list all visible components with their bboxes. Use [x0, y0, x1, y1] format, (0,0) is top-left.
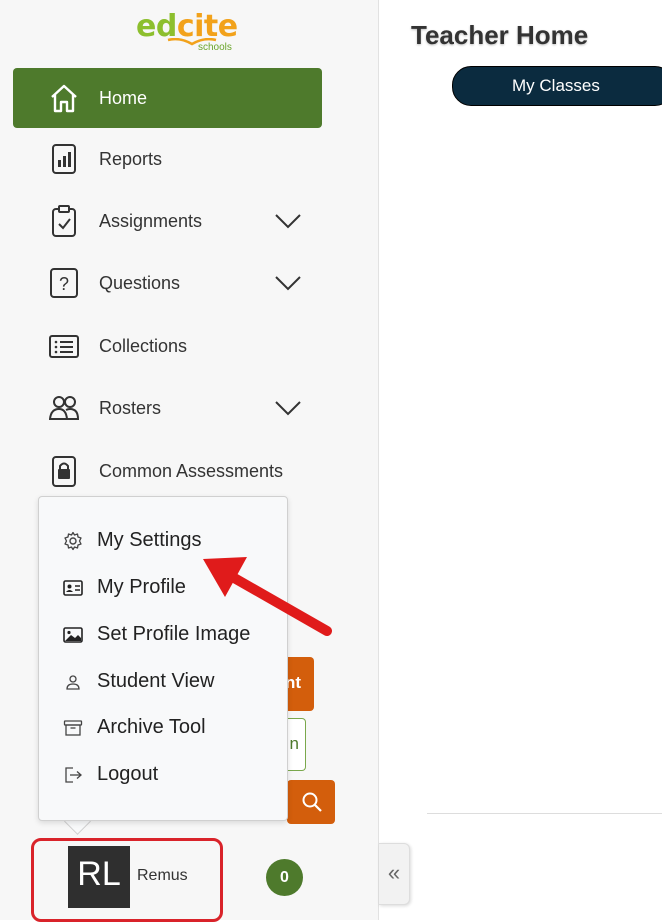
- reports-icon: [52, 144, 76, 174]
- user-menu: My Settings My Profile Set Profile Image…: [38, 496, 288, 821]
- logout-icon: [65, 767, 82, 783]
- menu-item-student-view[interactable]: Student View: [39, 662, 287, 702]
- menu-item-label: Archive Tool: [97, 716, 206, 738]
- divider: [427, 813, 662, 814]
- lock-icon: [52, 456, 76, 487]
- sidebar-item-label: Collections: [99, 336, 188, 356]
- person-icon: [66, 675, 80, 690]
- notification-badge[interactable]: 0: [266, 859, 303, 896]
- collapse-sidebar-button[interactable]: «: [379, 843, 410, 905]
- edcite-logo[interactable]: edcite schools: [136, 10, 246, 54]
- menu-item-logout[interactable]: Logout: [39, 755, 287, 795]
- logo-subtitle: schools: [198, 42, 232, 53]
- archive-icon: [63, 720, 83, 736]
- menu-item-archive-tool[interactable]: Archive Tool: [39, 708, 287, 748]
- list-icon: [49, 335, 79, 358]
- annotation-arrow-icon: [203, 557, 332, 636]
- menu-item-label: Student View: [97, 670, 215, 692]
- sidebar-item-assignments[interactable]: Assignments: [13, 191, 322, 251]
- chevron-down-icon[interactable]: [275, 271, 301, 295]
- sidebar-item-collections[interactable]: Collections: [13, 316, 322, 376]
- sidebar-item-home[interactable]: Home: [13, 68, 322, 128]
- menu-item-label: My Settings: [97, 529, 202, 551]
- home-icon: [51, 84, 77, 113]
- user-name[interactable]: Remus: [137, 867, 188, 885]
- clipboard-check-icon: [52, 205, 76, 237]
- gear-icon: [64, 531, 82, 551]
- sidebar-item-label: Reports: [99, 149, 163, 169]
- menu-item-label: Logout: [97, 763, 159, 785]
- page-title: Teacher Home: [411, 20, 589, 50]
- sidebar-item-reports[interactable]: Reports: [13, 129, 322, 189]
- sidebar-item-label: Questions: [99, 273, 181, 293]
- chevron-down-icon[interactable]: [275, 209, 301, 233]
- sidebar-item-label: Assignments: [99, 211, 203, 231]
- search-icon: [302, 792, 322, 812]
- tab-my-classes[interactable]: My Classes: [452, 66, 662, 106]
- sidebar-item-questions[interactable]: ? Questions: [13, 253, 322, 313]
- sidebar: edcite schools Home Reports Assignments: [0, 0, 379, 922]
- sidebar-item-common-assessments[interactable]: Common Assessments: [13, 441, 322, 501]
- sidebar-item-rosters[interactable]: Rosters: [13, 378, 322, 438]
- svg-text:?: ?: [59, 274, 69, 294]
- question-box-icon: ?: [50, 268, 78, 298]
- menu-item-label: My Profile: [97, 576, 186, 598]
- id-card-icon: [63, 580, 83, 596]
- people-icon: [49, 396, 79, 420]
- sidebar-item-label: Rosters: [99, 398, 162, 418]
- sidebar-item-label: Common Assessments: [99, 461, 284, 481]
- chevron-down-icon[interactable]: [275, 396, 301, 420]
- avatar[interactable]: RL: [68, 846, 130, 908]
- image-icon: [63, 627, 83, 643]
- search-button[interactable]: [287, 780, 335, 824]
- sidebar-item-label: Home: [99, 88, 148, 108]
